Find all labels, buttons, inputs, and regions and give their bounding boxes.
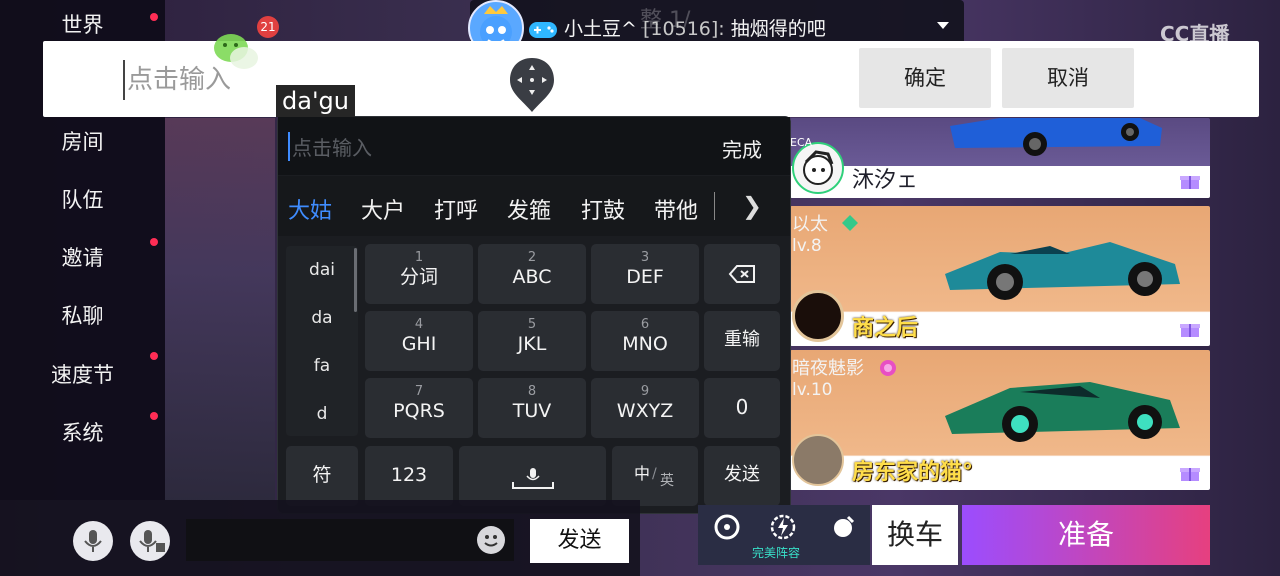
- player-name: 沐汐ェ: [852, 168, 919, 193]
- pinyin-option[interactable]: d: [286, 404, 358, 424]
- nav-item-world[interactable]: 世界: [0, 10, 165, 40]
- chevron-down-icon[interactable]: [937, 22, 949, 29]
- player-nickname: 暗夜魅影: [792, 358, 864, 379]
- candidate-divider: [714, 192, 715, 220]
- lightning-gear-icon[interactable]: [768, 514, 798, 540]
- notification-dot: [150, 352, 158, 360]
- nav-item-private-chat[interactable]: 私聊: [0, 301, 165, 331]
- change-car-button[interactable]: 换车: [872, 505, 958, 565]
- player-level: lv.8: [792, 236, 822, 256]
- confirm-button[interactable]: 确定: [859, 48, 991, 108]
- nav-item-room[interactable]: 房间: [0, 127, 165, 157]
- candidate-word[interactable]: 带他: [654, 193, 698, 225]
- notification-dot: [150, 238, 158, 246]
- player-slot[interactable]: 以太 lv.8 商之后: [790, 206, 1210, 346]
- wechat-icon[interactable]: [212, 32, 260, 72]
- symbol-key[interactable]: 符: [286, 446, 358, 506]
- candidate-word[interactable]: 大户: [361, 193, 405, 225]
- gift-icon[interactable]: [1180, 464, 1200, 482]
- key-6[interactable]: 6 MNO: [591, 311, 699, 371]
- player-avatar: [792, 290, 844, 342]
- chat-send-button[interactable]: 发送: [530, 519, 629, 563]
- tuning-icon[interactable]: [830, 514, 856, 540]
- key-9[interactable]: 9 WXYZ: [591, 378, 699, 438]
- ime-send-key[interactable]: 发送: [704, 446, 780, 506]
- player-avatar: [792, 142, 844, 194]
- ime-done-button[interactable]: 完成: [722, 134, 762, 163]
- message-content: 抽烟得的吧: [730, 18, 826, 40]
- key-5[interactable]: 5 JKL: [478, 311, 586, 371]
- reinput-key[interactable]: 重输: [704, 311, 780, 371]
- avatar-tag: ECA: [790, 136, 813, 149]
- key-8[interactable]: 8 TUV: [478, 378, 586, 438]
- space-voice-key[interactable]: [459, 446, 606, 506]
- gamepad-icon: [528, 20, 558, 40]
- notification-dot: [150, 412, 158, 420]
- backspace-key[interactable]: [704, 244, 780, 304]
- room-background-cars: [165, 118, 275, 500]
- lineup-label: 完美阵容: [752, 546, 801, 560]
- key-3[interactable]: 3 DEF: [591, 244, 699, 304]
- key-7[interactable]: 7 PQRS: [365, 378, 473, 438]
- player-name: 房东家的猫°: [852, 460, 974, 485]
- rank-icon: [842, 215, 858, 231]
- player-slot[interactable]: ECA 沐汐ェ: [790, 118, 1210, 198]
- voice-to-text-icon[interactable]: [130, 521, 170, 561]
- chat-message-input[interactable]: [186, 519, 514, 561]
- candidate-word[interactable]: 大姑: [288, 193, 332, 225]
- player-slot-list: ECA 沐汐ェ 以太 lv.8 商之后 暗夜魅影 lv.10 房东家的猫°: [790, 118, 1210, 500]
- pinyin-option[interactable]: fa: [286, 356, 358, 376]
- backspace-icon: [728, 265, 755, 283]
- candidate-word[interactable]: 打呼: [434, 193, 478, 225]
- candidate-word[interactable]: 打鼓: [581, 193, 625, 225]
- player-slot[interactable]: 暗夜魅影 lv.10 房东家的猫°: [790, 350, 1210, 490]
- player-level: lv.10: [792, 380, 833, 400]
- number-mode-key[interactable]: 123: [365, 446, 453, 506]
- sender-id: [10516]:: [643, 18, 725, 40]
- wheel-icon[interactable]: [714, 514, 740, 540]
- key-0[interactable]: 0: [704, 378, 780, 438]
- rank-icon: [880, 360, 896, 376]
- key-2[interactable]: 2 ABC: [478, 244, 586, 304]
- car-image: [950, 118, 1162, 156]
- notification-dot: [150, 13, 158, 21]
- nav-item-system[interactable]: 系统: [0, 412, 165, 448]
- dpad-move-icon[interactable]: [508, 56, 556, 114]
- player-avatar: [792, 434, 844, 486]
- unread-count-badge: 21: [257, 16, 279, 38]
- ime-text-input[interactable]: 点击输入: [288, 132, 372, 161]
- pinyin-option[interactable]: da: [286, 308, 358, 328]
- pinyin-option[interactable]: dai: [286, 260, 358, 280]
- chat-message-text: 小土豆^ [10516]: 抽烟得的吧: [528, 14, 826, 41]
- gift-icon[interactable]: [1180, 172, 1200, 190]
- gift-icon[interactable]: [1180, 320, 1200, 338]
- nav-item-team[interactable]: 队伍: [0, 185, 165, 215]
- ime-composing-text: da'gu: [276, 85, 355, 117]
- key-1[interactable]: 1 分词: [365, 244, 473, 304]
- key-4[interactable]: 4 GHI: [365, 311, 473, 371]
- microphone-space-icon: [511, 468, 554, 489]
- chevron-right-icon[interactable]: ❯: [742, 192, 762, 220]
- nav-item-invite[interactable]: 邀请: [0, 238, 165, 273]
- sender-name: 小土豆^: [564, 18, 637, 40]
- nav-item-speed-festival[interactable]: 速度节: [0, 352, 165, 390]
- candidate-word[interactable]: 发箍: [507, 193, 551, 225]
- emoji-icon[interactable]: [477, 526, 505, 554]
- microphone-icon[interactable]: [73, 521, 113, 561]
- ready-button[interactable]: 准备: [962, 505, 1210, 565]
- car-image: [945, 242, 1180, 300]
- language-switch-key[interactable]: 中 / 英: [612, 446, 698, 506]
- car-image: [945, 382, 1180, 442]
- cancel-button[interactable]: 取消: [1002, 48, 1134, 108]
- pinyin-scrollbar[interactable]: [354, 248, 357, 312]
- player-name: 商之后: [852, 316, 919, 341]
- player-nickname: 以太: [792, 214, 828, 235]
